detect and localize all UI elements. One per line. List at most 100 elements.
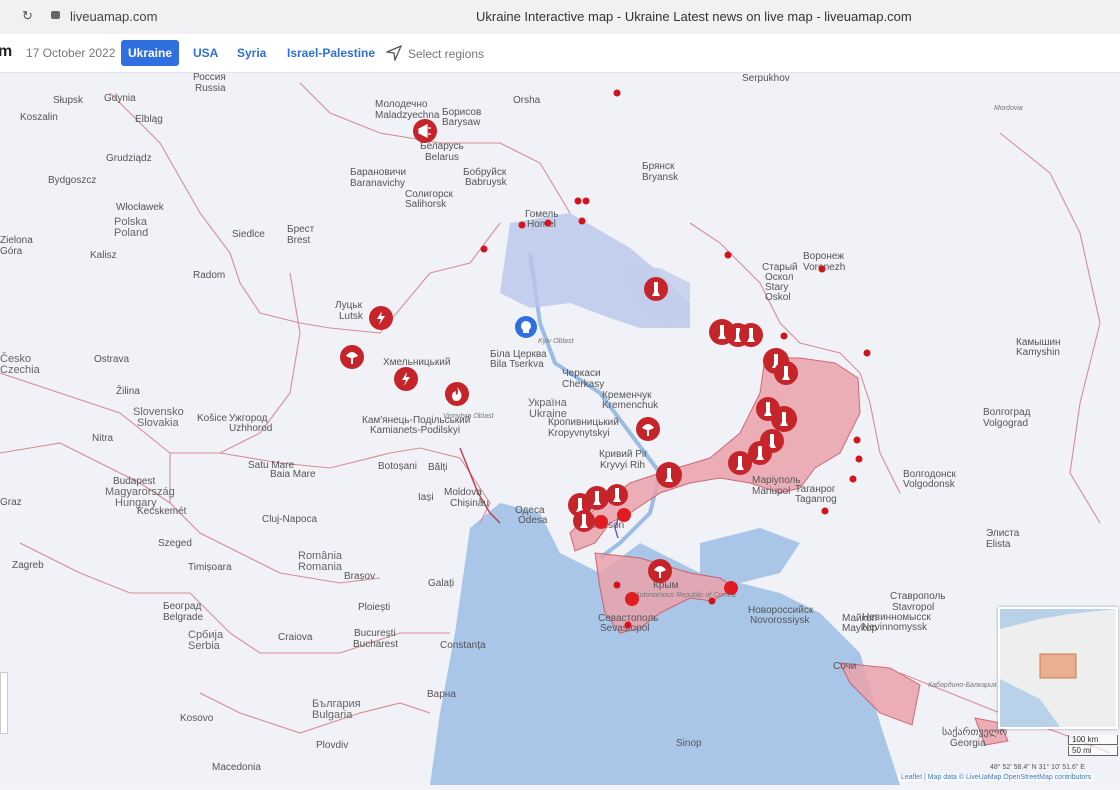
missile-marker-icon [573,510,595,532]
scale-km: 100 km [1068,735,1118,745]
address-bar[interactable]: liveuamap.com [70,9,157,24]
event-dot [863,349,871,357]
label-nitra: Nitra [92,433,114,444]
missile-marker-icon [739,323,763,347]
label-sochi: Сочи [833,661,856,672]
event-circle [724,581,738,595]
label-elista: Elista [986,539,1011,550]
label-orsha: Orsha [513,95,541,106]
explosion-marker-icon [636,417,660,441]
tab-syria[interactable]: Syria [230,40,273,66]
label-varna: Варна [427,689,456,700]
label-rossiya: Россия [193,73,226,83]
label-botosani: Botoșani [378,461,417,472]
event-dot [624,621,632,629]
label-belarus: Belarus [425,152,459,163]
label-gora: Góra [0,246,23,257]
label-kecskemet: Kecskemét [137,506,187,517]
logo[interactable]: m [0,43,12,61]
label-cluj: Cluj-Napoca [262,514,317,525]
label-szeged: Szeged [158,538,192,549]
label-stavropol-ru: Ставрополь [890,591,946,602]
label-volgograd-ru: Волгоград [983,407,1031,418]
label-kamianets: Kamianets-Podilskyi [370,425,460,436]
event-dot [574,197,582,205]
label-odesa: Odesa [518,515,548,526]
event-dot [613,581,621,589]
label-chisinau: Chișinău [450,498,489,509]
label-elbrus: Кабардино-Балкария [928,681,997,689]
label-sinop: Sinop [676,738,702,749]
label-moldovia: Mordovia [994,105,1023,112]
airstrike-marker-icon [394,367,418,391]
missile-marker-icon [728,451,752,475]
label-poland: Poland [114,227,148,239]
label-molodechno: Молодечно [375,99,428,110]
tab-israel-palestine[interactable]: Israel-Palestine [280,40,382,66]
cursor-coordinates: 48° 52' 58.4" N 31° 10' 51.6" E [990,764,1085,771]
event-dot [708,597,716,605]
missile-marker-icon [774,361,798,385]
label-grudziadz: Grudziądz [106,153,152,164]
label-uzhhorod: Uzhhorod [229,423,272,434]
map-canvas[interactable]: Россия Russia Молодечно Maladzyechna Бор… [0,72,1120,785]
date-picker[interactable]: 17 October 2022 [26,46,115,60]
label-timisoara: Timișoara [188,562,232,573]
label-wloclawek: Włocławek [116,202,165,213]
label-constanta: Constanța [440,640,486,651]
label-belgrade: Belgrade [163,612,203,623]
missile-marker-icon [644,277,668,301]
map-svg[interactable]: Россия Russia Молодечно Maladzyechna Бор… [0,72,1120,785]
label-serbia: Serbia [188,640,221,652]
label-taganrog: Taganrog [795,494,837,505]
label-volgograd: Volgograd [983,418,1028,429]
label-volgodonsk: Volgodonsk [903,479,956,490]
label-baranavichy: Baranavichy [350,178,405,189]
event-circle [617,508,631,522]
label-maikop: Maykop [842,623,877,634]
event-dot [518,221,526,229]
label-kremenchuk: Kremenchuk [602,400,659,411]
label-voronezh-ru: Воронеж [803,251,844,262]
tab-ukraine[interactable]: Ukraine [121,40,180,66]
label-balti: Bălți [428,462,447,473]
missile-marker-icon [606,484,628,506]
label-czechia: Czechia [0,364,41,376]
reload-icon[interactable]: ↻ [22,8,33,24]
event-dot [724,251,732,259]
label-salihorsk: Salihorsk [405,199,447,210]
airstrike-marker-icon [369,306,393,330]
label-bulgaria: Bulgaria [312,709,353,721]
label-cherkasy-uk: Черкаси [562,368,601,379]
label-zagreb: Zagreb [12,560,44,571]
select-regions-button[interactable]: Select regions [384,44,484,63]
event-dot [578,217,586,225]
event-circle [594,515,608,529]
label-zielona: Zielona [0,235,33,246]
browser-toolbar: ↻ liveuamap.com Ukraine Interactive map … [0,0,1120,35]
event-dot [821,507,829,515]
label-iasi: Iași [418,492,434,503]
event-dot [544,219,552,227]
event-dot [582,197,590,205]
label-khmelnytskyi: Хмельницький [383,357,450,368]
label-ostrava: Ostrava [94,354,129,365]
label-bydgoszcz: Bydgoszcz [48,175,96,186]
label-mariupol: Mariupol [752,486,790,497]
minimap-svg [1000,609,1116,727]
site-header: m 17 October 2022 Ukraine USA Syria Isra… [0,34,1120,73]
label-kropyv-uk: Кропивницький [548,417,619,428]
event-dot [855,455,863,463]
label-bryansk-ru: Брянск [642,161,675,172]
tab-usa[interactable]: USA [186,40,225,66]
label-bila: Bila Tserkva [490,359,544,370]
label-georgia: Georgia [950,738,986,749]
label-bryansk: Bryansk [642,172,679,183]
map-attribution[interactable]: Leaflet | Map data © LiveUaMap OpenStree… [898,774,1095,781]
overview-minimap[interactable] [998,607,1118,729]
zoom-control[interactable] [0,672,8,734]
label-kalisz: Kalisz [90,250,117,261]
label-moldova: Moldova [444,487,482,498]
label-lutsk: Lutsk [339,311,364,322]
minimap-viewport[interactable] [1039,653,1077,679]
